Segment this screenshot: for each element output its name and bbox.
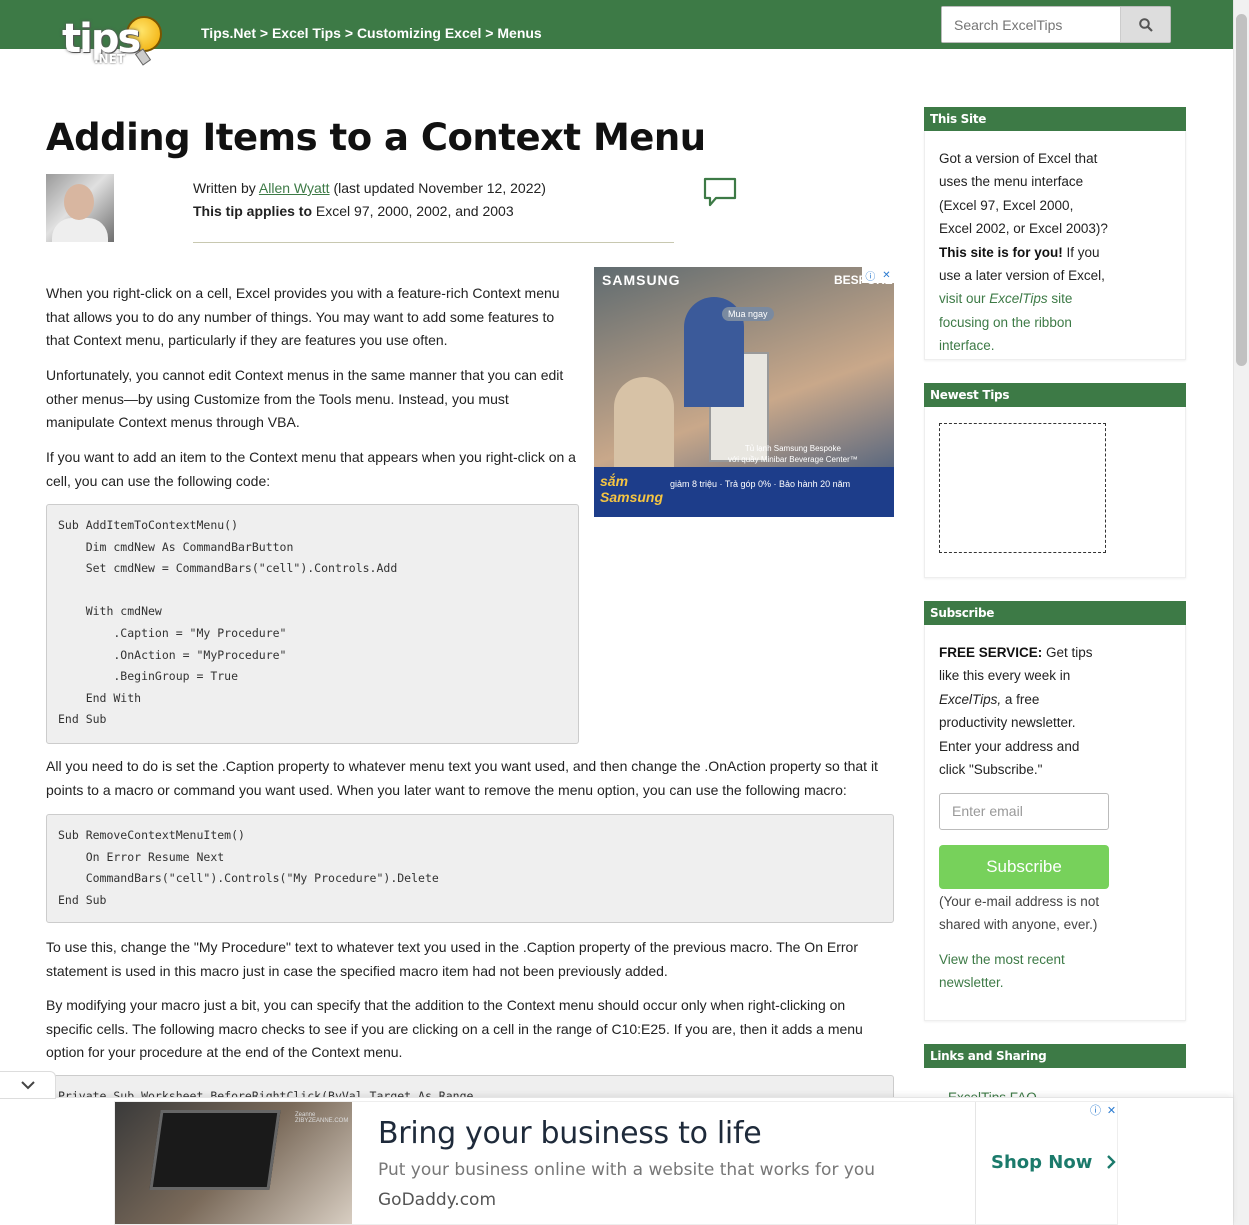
article-paragraph: Unfortunately, you cannot edit Context m…: [46, 367, 564, 430]
article-paragraph: All you need to do is set the .Caption p…: [46, 758, 878, 798]
ad-caption: Tủ lạnh Samsung Bespoke với quầy Minibar…: [728, 443, 858, 465]
breadcrumb-customizing[interactable]: Customizing Excel: [357, 25, 481, 41]
banner-subtitle: Put your business online with a website …: [378, 1160, 876, 1180]
email-field[interactable]: Enter email: [939, 793, 1109, 830]
subscribe-text: FREE SERVICE: Get tips like this every w…: [939, 645, 1093, 778]
ad-promo-text: giảm 8 triệu · Trả góp 0% · Bảo hành 20 …: [670, 479, 851, 489]
ad-choices-badge[interactable]: ⓘ ✕: [1087, 1102, 1117, 1118]
view-newsletter: View the most recent newsletter.: [939, 948, 1109, 995]
banner-title: Bring your business to life: [378, 1116, 762, 1151]
breadcrumb-sep: >: [340, 25, 357, 41]
breadcrumb-sep: >: [481, 25, 498, 41]
godaddy-banner-ad[interactable]: Zeanne ZIBYZEANNE.COM Bring your busines…: [114, 1101, 1118, 1225]
article-meta: Written by Allen Wyatt (last updated Nov…: [193, 177, 546, 223]
close-icon: ✕: [1106, 1104, 1117, 1117]
subscribe-button[interactable]: Subscribe: [939, 845, 1109, 889]
ad-person-image: [614, 377, 674, 467]
article-paragraph: To use this, change the "My Procedure" t…: [46, 939, 858, 979]
search-icon: [1138, 17, 1153, 32]
search-box: [941, 6, 1171, 43]
meta-divider: [193, 242, 674, 243]
author-photo: [46, 174, 114, 242]
breadcrumb-menus[interactable]: Menus: [497, 25, 541, 41]
updated-date: (last updated November 12, 2022): [329, 180, 546, 196]
sidebar-heading-subscribe: Subscribe: [924, 601, 1186, 625]
banner-divider: [975, 1102, 976, 1224]
page-scrollbar[interactable]: [1233, 0, 1249, 1225]
newest-tips-placeholder: [939, 423, 1106, 553]
logo-subtext: .NET: [94, 52, 125, 66]
author-link[interactable]: Allen Wyatt: [259, 180, 330, 196]
code-block[interactable]: Sub RemoveContextMenuItem() On Error Res…: [46, 814, 894, 923]
breadcrumb-exceltips[interactable]: Excel Tips: [272, 25, 341, 41]
shop-now-button[interactable]: Shop Now: [991, 1152, 1117, 1173]
sidebar-heading-this-site: This Site: [924, 107, 1186, 131]
breadcrumb: Tips.Net > Excel Tips > Customizing Exce…: [201, 25, 542, 41]
view-newsletter-link[interactable]: View the most recent newsletter.: [939, 952, 1065, 990]
search-button[interactable]: [1120, 7, 1170, 42]
sidebar-heading-newest: Newest Tips: [924, 383, 1186, 407]
article-paragraph: When you right-click on a cell, Excel pr…: [46, 285, 560, 348]
page-title: Adding Items to a Context Menu: [46, 116, 706, 159]
info-icon: ⓘ: [1089, 1105, 1101, 1117]
article-paragraph: If you want to add an item to the Contex…: [46, 449, 576, 489]
ad-sam-logo: sắm Samsung: [600, 473, 664, 505]
banner-domain: GoDaddy.com: [378, 1190, 497, 1210]
ad-caption-line: Tủ lạnh Samsung Bespoke: [744, 444, 841, 453]
banner-laptop-image: Zeanne ZIBYZEANNE.COM: [115, 1102, 352, 1224]
chevron-right-icon: [1106, 1155, 1116, 1169]
ad-brand: SAMSUNG: [602, 272, 681, 288]
applies-label: This tip applies to: [193, 203, 313, 219]
written-by-label: Written by: [193, 180, 259, 196]
ad-buy-now-pill[interactable]: Mua ngay: [722, 307, 774, 321]
ad-promo-strip: sắm Samsung giảm 8 triệu · Trả góp 0% · B…: [594, 467, 894, 517]
sidebar-heading-links: Links and Sharing: [924, 1044, 1186, 1068]
close-icon: ✕: [882, 269, 891, 281]
breadcrumb-sep: >: [255, 25, 272, 41]
samsung-ad[interactable]: SAMSUNG BESPOKE Mua ngay Tủ lạnh Samsung…: [594, 267, 894, 517]
site-logo[interactable]: tips .NET: [62, 10, 172, 80]
collapse-ad-button[interactable]: [0, 1071, 56, 1099]
this-site-text: Got a version of Excel that uses the men…: [939, 151, 1108, 354]
comment-icon[interactable]: [703, 177, 737, 212]
applies-value: Excel 97, 2000, 2002, and 2003: [312, 203, 514, 219]
breadcrumb-tipsnet[interactable]: Tips.Net: [201, 25, 256, 41]
ad-caption-line: với quầy Minibar Beverage Center™: [728, 455, 858, 464]
info-icon: ⓘ: [865, 271, 876, 283]
code-block[interactable]: Sub AddItemToContextMenu() Dim cmdNew As…: [46, 504, 579, 744]
scrollbar-thumb[interactable]: [1236, 14, 1247, 366]
ribbon-site-link[interactable]: visit our ExcelTips site focusing on the…: [939, 291, 1072, 353]
ad-choices-badge[interactable]: ⓘ ✕: [862, 267, 894, 283]
privacy-note: (Your e-mail address is not shared with …: [939, 894, 1100, 933]
search-input[interactable]: [942, 7, 1120, 42]
chevron-down-icon: [20, 1081, 35, 1090]
article-paragraph: By modifying your macro just a bit, you …: [46, 997, 863, 1060]
